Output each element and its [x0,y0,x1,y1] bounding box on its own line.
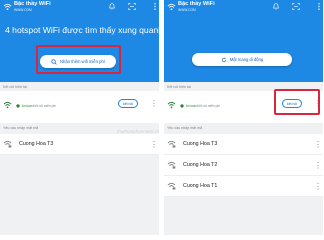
connection-status-safe: An toàn [180,104,197,108]
wifi-lock-icon [167,182,176,190]
wifi-lock-icon [3,140,12,148]
password-required-label: Yêu cầu nhập mật mã [3,126,39,130]
more-vertical-icon[interactable]: ⋮ [150,99,158,108]
wifi-logo-icon [167,3,176,11]
connect-button[interactable]: kết nối [118,99,138,108]
refresh-icon [221,57,226,62]
app-subtitle: WWW.COM [14,7,32,12]
network-name: Cuong Hoa T2 [183,162,218,168]
more-vertical-icon[interactable]: ⋮ [314,161,322,170]
wifi-lock-icon [167,161,176,169]
connection-status-free: Kết nối miễn phí [197,104,221,108]
shield-icon [16,104,20,108]
network-name: Cuong Hoa T1 [183,183,218,189]
wifi-logo-icon [3,3,12,11]
app-bar: Bậc thầy WiFi WWW.COM [164,0,323,14]
connection-status-safe: An toàn [16,104,33,108]
app-title: Bậc thầy WiFi [14,1,51,7]
hotspots-found-title: 4 hotspot WiFi được tìm thấy xung quanh [5,25,159,35]
password-required-label: Yêu cầu nhập mật mã [167,126,203,130]
hero-banner [164,14,323,82]
mobile-network-button[interactable]: Mật mang di động [192,53,292,66]
network-list-item[interactable]: Cuong Hoa T3 ⋮ [0,134,159,155]
wifi-icon [167,101,176,109]
mobile-network-label: Mật mang di động [229,57,264,62]
more-vertical-icon[interactable]: ⋮ [314,140,322,149]
connection-status-free: Kết nối miễn phí [33,104,57,108]
network-list-item[interactable]: Cuong Hoa T2 ⋮ [164,155,323,176]
network-name: Cuong Hoa T3 [183,141,218,147]
left-phone-screen: Bậc thầy WiFi WWW.COM 4 hotspot WiFi đượ… [0,0,159,235]
bell-icon[interactable] [272,2,280,11]
network-list-item[interactable]: Cuong Hoa T1 ⋮ [164,176,323,197]
network-name: Cuong Hoa T3 [19,141,54,147]
more-vertical-icon[interactable]: ⋮ [314,182,322,191]
bell-icon[interactable] [108,2,116,11]
scan-icon[interactable] [128,2,136,11]
app-bar: Bậc thầy WiFi WWW.COM [0,0,159,14]
highlight-box [274,89,320,115]
scan-icon[interactable] [292,2,300,11]
current-connection-card[interactable]: An toàn Kết nối miễn phí kết nối ⋮ [0,91,159,123]
right-phone-screen: Bậc thầy WiFi WWW.COM Mật mang di động K… [164,0,323,235]
more-vertical-icon[interactable] [151,2,159,11]
more-vertical-icon[interactable] [315,2,323,11]
current-connection-label: Kết nối hiện tại [3,85,27,89]
app-title: Bậc thầy WiFi [178,1,215,7]
more-vertical-icon[interactable]: ⋮ [150,140,158,149]
highlight-box [36,45,121,74]
network-list-item[interactable]: Cuong Hoa T3 ⋮ [164,134,323,155]
wifi-icon [3,101,12,109]
shield-icon [180,104,184,108]
wifi-lock-icon [167,140,176,148]
app-subtitle: WWW.COM [178,7,196,12]
watermark: thuthuatphanmem.vn [117,129,160,134]
connection-status-safe-text: An toàn [21,104,33,108]
current-connection-label: Kết nối hiện tại [167,85,191,89]
connection-status-safe-text: An toàn [185,104,197,108]
